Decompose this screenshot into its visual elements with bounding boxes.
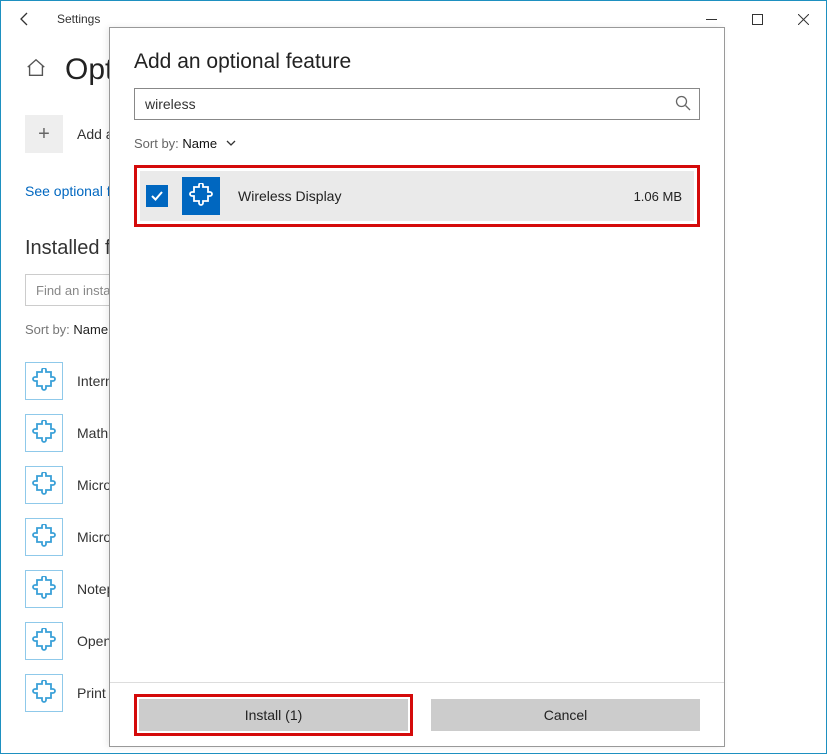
highlight-callout: Install (1) — [134, 694, 413, 736]
chevron-down-icon — [225, 138, 237, 148]
add-feature-dialog: Add an optional feature Sort by: Name — [109, 27, 725, 747]
home-icon[interactable] — [25, 57, 51, 83]
result-name: Wireless Display — [238, 188, 620, 204]
close-button[interactable] — [780, 3, 826, 35]
install-button[interactable]: Install (1) — [139, 699, 408, 731]
maximize-button[interactable] — [734, 3, 780, 35]
feature-result-row[interactable]: Wireless Display 1.06 MB — [140, 171, 694, 221]
puzzle-icon — [25, 518, 63, 556]
highlight-callout: Wireless Display 1.06 MB — [134, 165, 700, 227]
puzzle-icon — [25, 570, 63, 608]
search-icon[interactable] — [674, 94, 692, 112]
puzzle-icon — [25, 622, 63, 660]
puzzle-icon — [25, 414, 63, 452]
dialog-footer: Install (1) Cancel — [110, 682, 724, 746]
puzzle-icon — [25, 362, 63, 400]
checkbox-checked[interactable] — [146, 185, 168, 207]
puzzle-icon — [25, 674, 63, 712]
result-size: 1.06 MB — [634, 189, 682, 204]
plus-icon: + — [25, 115, 63, 153]
back-button[interactable] — [9, 3, 41, 35]
puzzle-icon — [182, 177, 220, 215]
window-title: Settings — [57, 12, 100, 26]
search-input[interactable] — [134, 88, 700, 120]
puzzle-icon — [25, 466, 63, 504]
cancel-button[interactable]: Cancel — [431, 699, 700, 731]
dialog-title: Add an optional feature — [134, 50, 700, 74]
dialog-sort[interactable]: Sort by: Name — [134, 136, 700, 151]
